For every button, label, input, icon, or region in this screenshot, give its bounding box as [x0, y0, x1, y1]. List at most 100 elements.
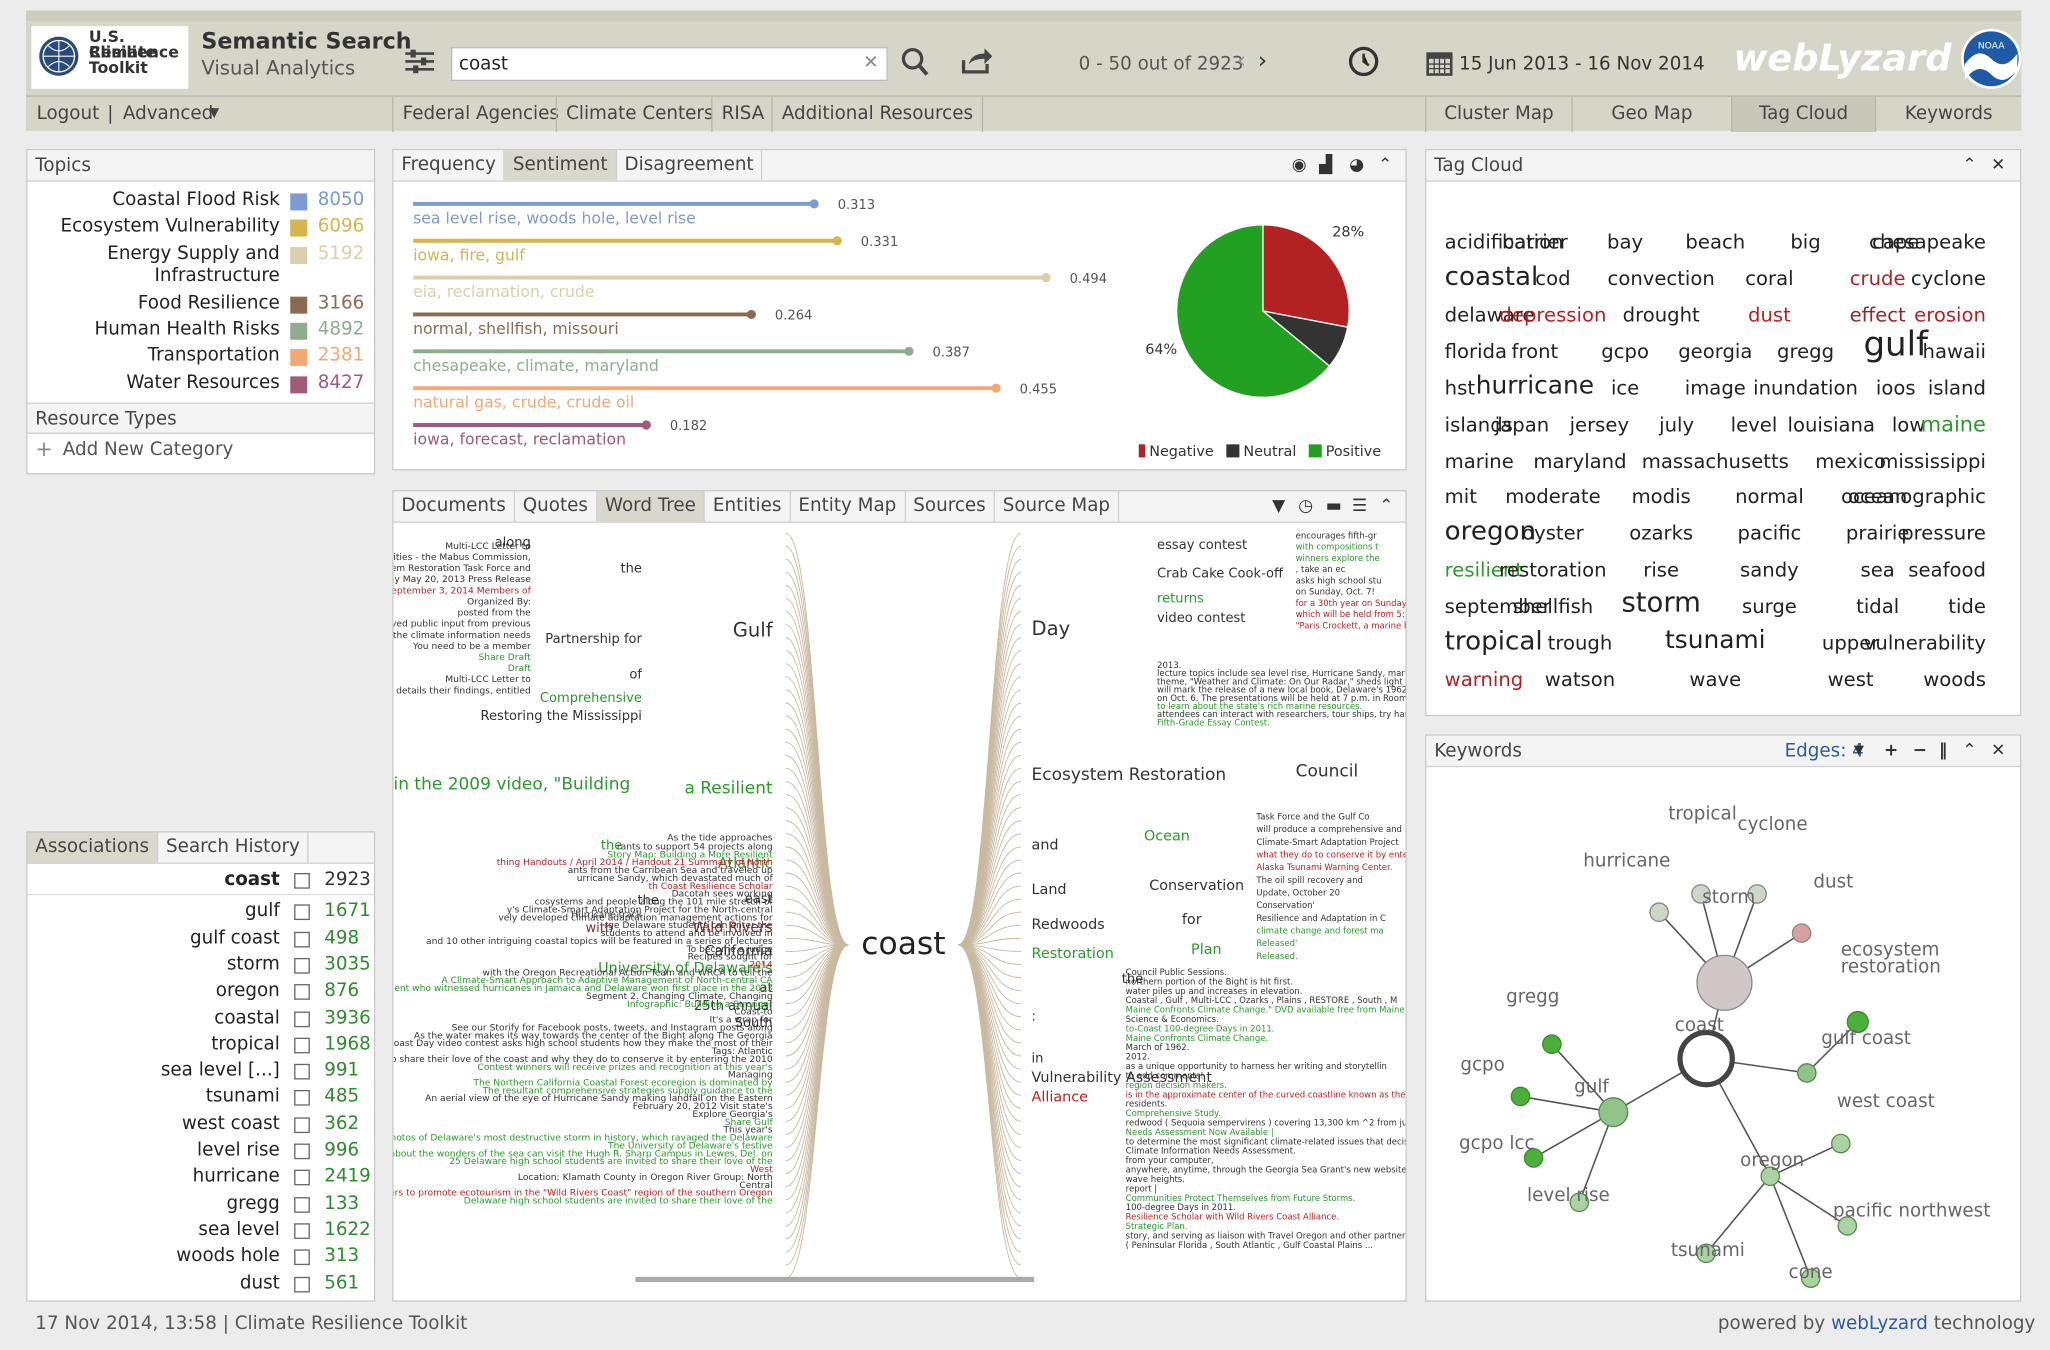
tag-july[interactable]: july [1659, 413, 1694, 437]
tab-source-map[interactable]: Source Map [995, 491, 1120, 522]
tag-effect[interactable]: effect [1850, 303, 1906, 327]
add-icon[interactable]: + [35, 437, 53, 462]
tag-front[interactable]: front [1512, 340, 1559, 364]
tag-bay[interactable]: bay [1607, 230, 1643, 254]
tag-vulnerability[interactable]: vulnerability [1864, 631, 1986, 655]
plus-icon[interactable]: + [1884, 736, 1898, 767]
association-checkbox[interactable] [294, 1116, 310, 1133]
tag-barrier[interactable]: barrier [1502, 230, 1568, 254]
tab-search-history[interactable]: Search History [158, 832, 310, 863]
association-checkbox[interactable] [294, 931, 310, 947]
tag-pacific[interactable]: pacific [1738, 521, 1802, 545]
tag-maryland[interactable]: maryland [1533, 450, 1626, 474]
tag-ioos[interactable]: ioos [1876, 376, 1916, 400]
tag-rise[interactable]: rise [1643, 558, 1679, 582]
association-row[interactable]: tropical 1968 [27, 1033, 373, 1059]
next-page-icon[interactable]: › [1258, 47, 1267, 74]
tag-island[interactable]: island [1928, 376, 1986, 400]
tag-chesapeake[interactable]: chesapeake [1869, 230, 1986, 254]
calendar-icon[interactable] [1425, 48, 1454, 77]
tag-cod[interactable]: cod [1535, 267, 1570, 291]
topic-row[interactable]: Food Resilience 3166 [27, 292, 373, 318]
association-checkbox[interactable] [294, 873, 310, 889]
tag-oceanographic[interactable]: oceanographic [1841, 485, 1986, 509]
tag-restoration[interactable]: restoration [1499, 558, 1606, 582]
tag-oyster[interactable]: oyster [1522, 521, 1584, 545]
association-checkbox[interactable] [294, 904, 310, 921]
eye-icon[interactable]: ◉ [1292, 156, 1307, 176]
association-checkbox[interactable] [294, 957, 310, 974]
association-checkbox[interactable] [294, 1249, 310, 1266]
tag-florida[interactable]: florida [1445, 340, 1507, 364]
pause-icon[interactable]: ‖ [1939, 736, 1947, 767]
advanced-menu[interactable]: Advanced [123, 103, 213, 124]
tab-tag-cloud[interactable]: Tag Cloud [1730, 96, 1875, 132]
association-checkbox[interactable] [294, 1037, 310, 1054]
tag-inundation[interactable]: inundation [1753, 376, 1858, 400]
tag-hurricane[interactable]: hurricane [1476, 371, 1594, 400]
tag-coral[interactable]: coral [1745, 267, 1793, 291]
tag-sandy[interactable]: sandy [1740, 558, 1799, 582]
association-row[interactable]: woods hole 313 [27, 1246, 373, 1272]
tag-modis[interactable]: modis [1632, 485, 1691, 509]
tag-erosion[interactable]: erosion [1914, 303, 1986, 327]
tag-prairie[interactable]: prairie [1846, 521, 1910, 545]
tag-woods[interactable]: woods [1923, 668, 1986, 692]
topic-row[interactable]: Transportation 2381 [27, 345, 373, 371]
tab-sentiment[interactable]: Sentiment [505, 150, 617, 181]
toolkit-logo[interactable]: U.S. Climate Resilience Toolkit [31, 26, 189, 89]
clear-search-icon[interactable]: ✕ [863, 52, 878, 73]
filter-icon[interactable]: ▼ [1272, 497, 1285, 517]
tag-surge[interactable]: surge [1742, 595, 1797, 619]
close-tag-cloud-icon[interactable]: ✕ [1991, 150, 2005, 181]
association-checkbox[interactable] [294, 1223, 310, 1239]
association-row[interactable]: west coast 362 [27, 1113, 373, 1139]
topic-row[interactable]: Ecosystem Vulnerability 6096 [27, 216, 373, 242]
tag-storm[interactable]: storm [1621, 587, 1700, 618]
association-checkbox[interactable] [294, 1170, 310, 1186]
association-checkbox[interactable] [294, 1090, 310, 1107]
edges-dropdown-icon[interactable]: ▼ [1854, 736, 1864, 767]
tag-massachusetts[interactable]: massachusetts [1642, 450, 1789, 474]
tab-risa[interactable]: RISA [711, 96, 773, 132]
tag-mit[interactable]: mit [1445, 485, 1477, 509]
tag-warning[interactable]: warning [1445, 668, 1524, 692]
add-category-button[interactable]: Add New Category [63, 439, 234, 460]
tag-beach[interactable]: beach [1685, 230, 1745, 254]
tag-crude[interactable]: crude [1850, 267, 1906, 291]
topic-row[interactable]: Coastal Flood Risk 8050 [27, 190, 373, 216]
area-chart-icon[interactable]: ▟ [1319, 156, 1332, 176]
tag-hawaii[interactable]: hawaii [1923, 340, 1986, 364]
share-icon[interactable] [960, 44, 994, 75]
tag-japan[interactable]: japan [1495, 413, 1549, 437]
prev-page-icon[interactable]: ‹ [1237, 47, 1246, 74]
tab-keywords[interactable]: Keywords [1874, 96, 2021, 132]
tab-associations[interactable]: Associations [27, 832, 159, 863]
tag-pressure[interactable]: pressure [1901, 521, 1986, 545]
logout-link[interactable]: Logout [37, 103, 100, 124]
tab-documents[interactable]: Documents [394, 491, 515, 522]
tag-louisiana[interactable]: louisiana [1788, 413, 1875, 437]
association-checkbox[interactable] [294, 1196, 310, 1213]
association-row[interactable]: gulf coast 498 [27, 927, 373, 953]
tag-convection[interactable]: convection [1608, 267, 1715, 291]
collapse-tag-cloud-icon[interactable]: ⌃ [1962, 150, 1976, 181]
topic-row[interactable]: Water Resources 8427 [27, 372, 373, 398]
tab-frequency[interactable]: Frequency [394, 150, 506, 181]
clock-small-icon[interactable]: ◷ [1298, 497, 1313, 517]
minus-icon[interactable]: − [1913, 736, 1927, 767]
tag-moderate[interactable]: moderate [1505, 485, 1600, 509]
topic-row[interactable]: Energy Supply and 5192 Infrastructure [27, 243, 373, 286]
list-icon[interactable]: ☰ [1352, 497, 1367, 517]
tag-dust[interactable]: dust [1748, 303, 1791, 327]
association-row[interactable]: sea level 1622 [27, 1219, 373, 1245]
tab-disagreement[interactable]: Disagreement [617, 150, 763, 181]
tag-shellfish[interactable]: shellfish [1513, 595, 1594, 619]
tag-big[interactable]: big [1790, 230, 1820, 254]
collapse-icon[interactable]: ⌃ [1378, 156, 1392, 176]
tag-gulf[interactable]: gulf [1863, 325, 1928, 364]
association-checkbox[interactable] [294, 984, 310, 1001]
tab-additional-resources[interactable]: Additional Resources [771, 96, 984, 132]
association-row[interactable]: coast 2923 [27, 869, 374, 896]
tag-gregg[interactable]: gregg [1777, 340, 1834, 364]
